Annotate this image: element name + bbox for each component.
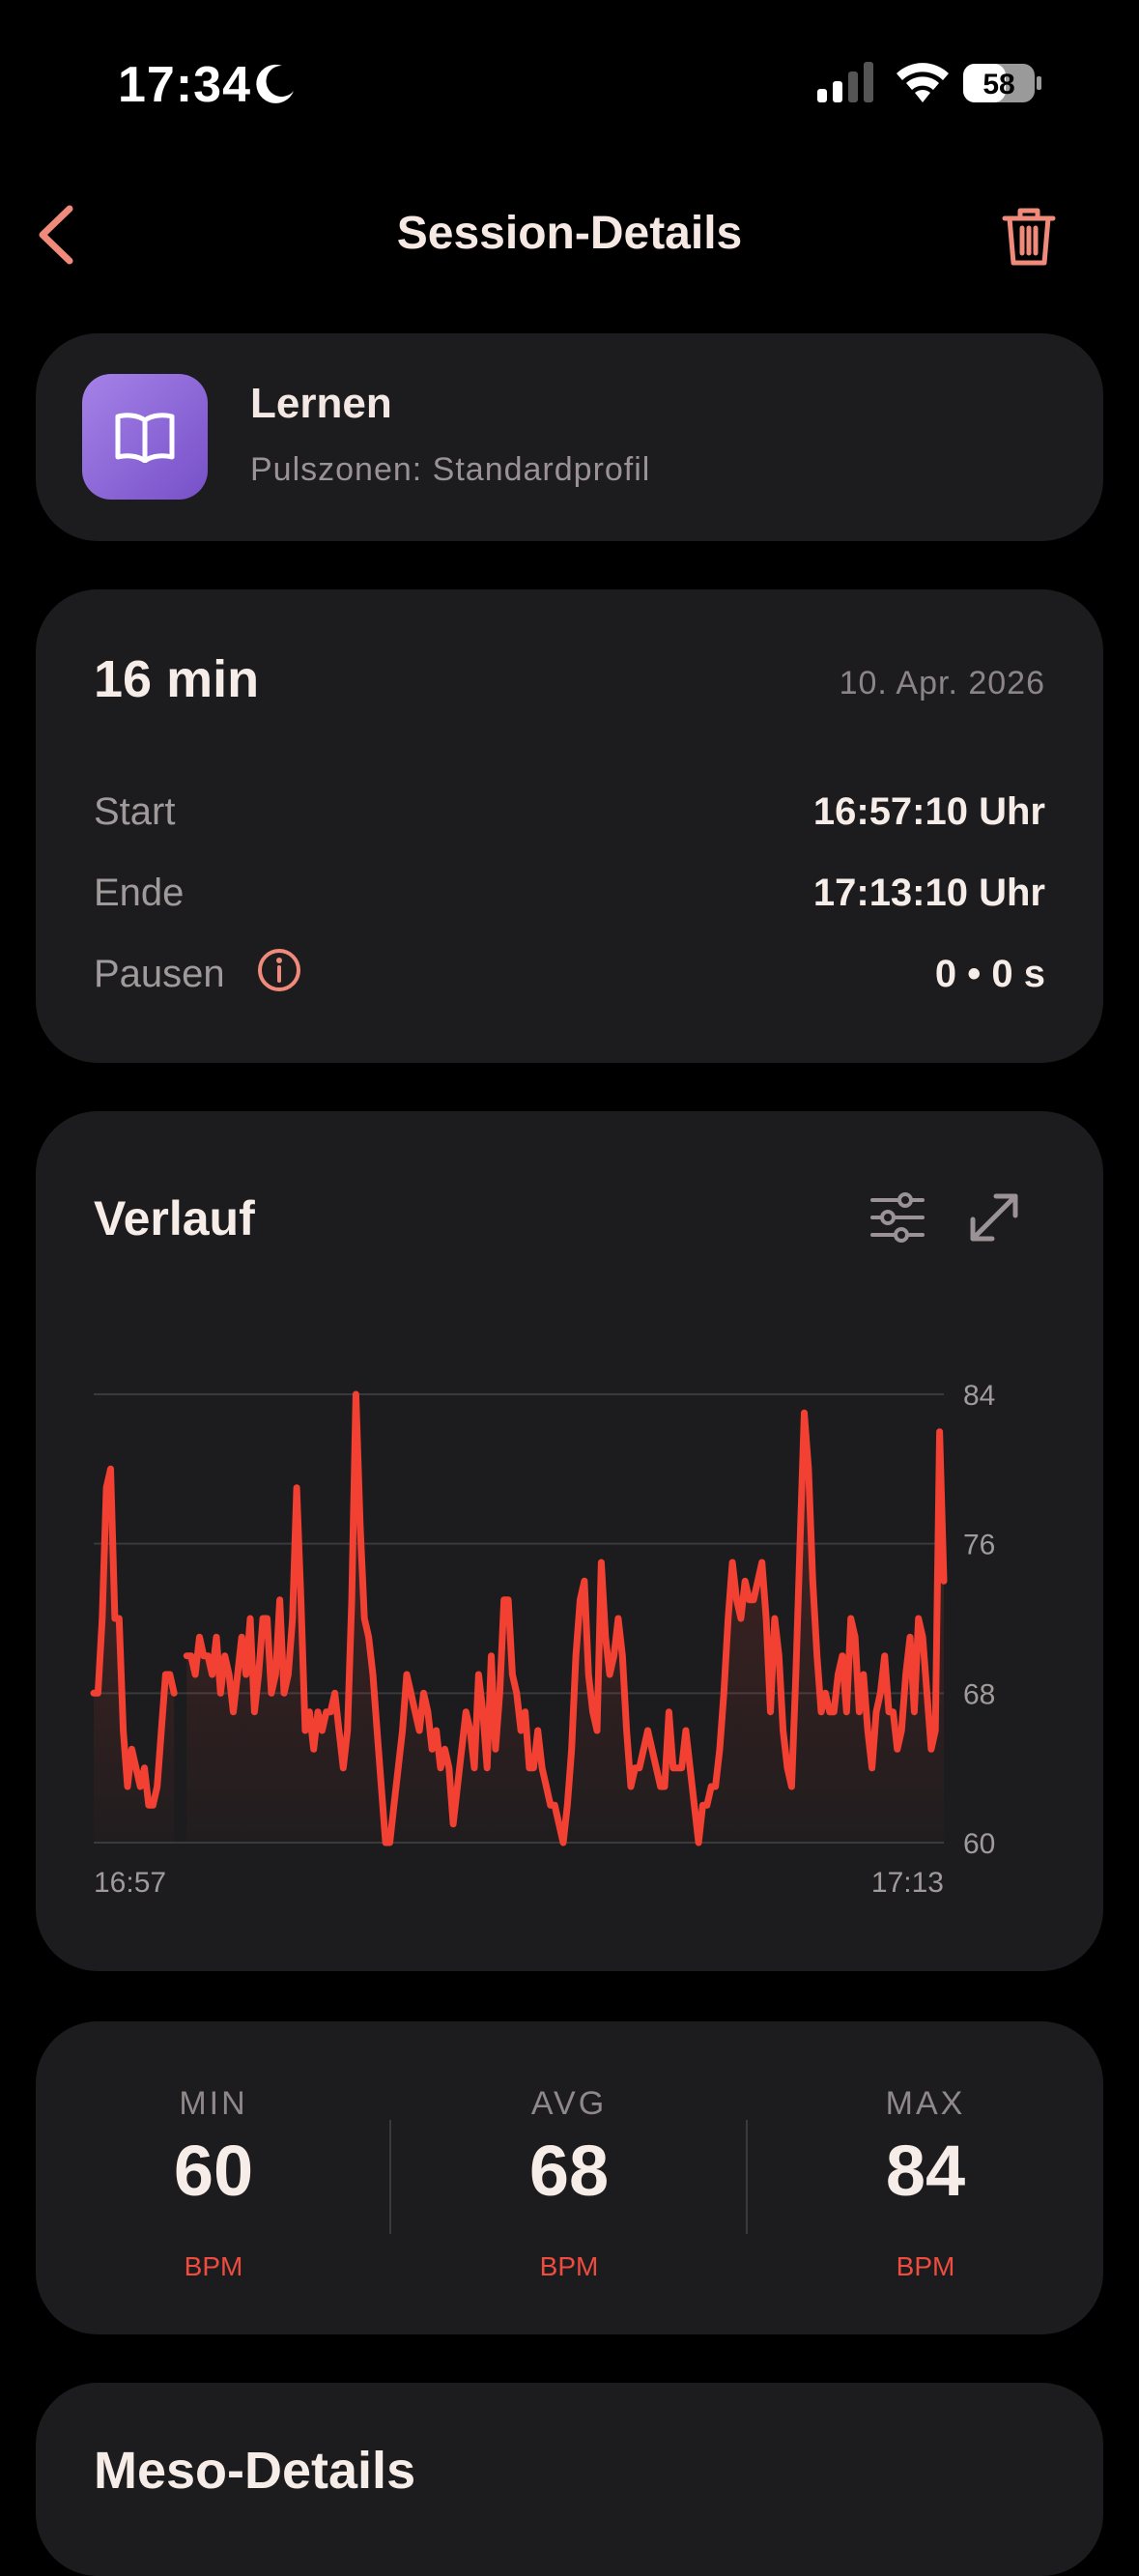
stat-min-unit: BPM <box>184 2251 243 2281</box>
x-tick-label-start: 16:57 <box>94 1867 166 1899</box>
battery-level: 58 <box>982 69 1014 100</box>
info-icon[interactable] <box>256 947 302 993</box>
stat-avg-label: AVG <box>530 2085 608 2122</box>
y-tick-label: 84 <box>963 1380 995 1412</box>
x-tick-label-end: 17:13 <box>871 1867 944 1899</box>
start-label: Start <box>94 790 176 833</box>
pauses-value: 0 • 0 s <box>934 953 1045 995</box>
activity-icon-tile <box>82 374 208 500</box>
page-title: Session-Details <box>396 208 743 259</box>
end-value: 17:13:10 Uhr <box>812 872 1045 914</box>
session-duration: 16 min <box>94 650 260 708</box>
stat-min-label: MIN <box>179 2085 248 2122</box>
book-icon <box>115 413 175 463</box>
y-tick-label: 60 <box>963 1828 995 1860</box>
history-card: Verlauf 84 76 68 60 16:57 17:13 <box>36 1111 1103 1971</box>
battery-icon: 58 <box>963 64 1041 102</box>
stat-max-unit: BPM <box>896 2251 955 2281</box>
activity-card[interactable]: Lernen Pulszonen: Standardprofil <box>36 333 1103 541</box>
y-tick-label: 76 <box>963 1530 995 1561</box>
end-label: Ende <box>94 872 185 914</box>
meso-details-card[interactable]: Meso-Details <box>36 2383 1103 2576</box>
stat-avg-unit: BPM <box>539 2251 599 2281</box>
stat-max-value: 84 <box>885 2131 966 2211</box>
stat-avg-value: 68 <box>528 2131 610 2211</box>
session-summary-card: 16 min 10. Apr. 2026 Start 16:57:10 Uhr … <box>36 589 1103 1063</box>
bpm-stats-card: MIN 60 BPM AVG 68 BPM MAX 84 BPM <box>36 2021 1103 2334</box>
stat-max-label: MAX <box>885 2085 966 2122</box>
cellular-signal-icon <box>817 62 873 102</box>
stat-min-value: 60 <box>173 2131 254 2211</box>
activity-subtitle: Pulszonen: Standardprofil <box>250 451 651 488</box>
activity-name: Lernen <box>250 380 392 427</box>
moon-icon <box>256 64 294 103</box>
y-tick-label: 68 <box>963 1678 995 1710</box>
trash-icon[interactable] <box>1001 205 1057 269</box>
wifi-icon <box>897 63 949 102</box>
start-value: 16:57:10 Uhr <box>812 790 1045 833</box>
pauses-label: Pausen <box>94 953 225 995</box>
meso-details-title: Meso-Details <box>94 2442 416 2500</box>
session-date: 10. Apr. 2026 <box>839 665 1045 701</box>
heart-rate-chart[interactable]: 84 76 68 60 16:57 17:13 <box>36 1111 1103 1971</box>
status-time: 17:34 <box>118 57 251 113</box>
